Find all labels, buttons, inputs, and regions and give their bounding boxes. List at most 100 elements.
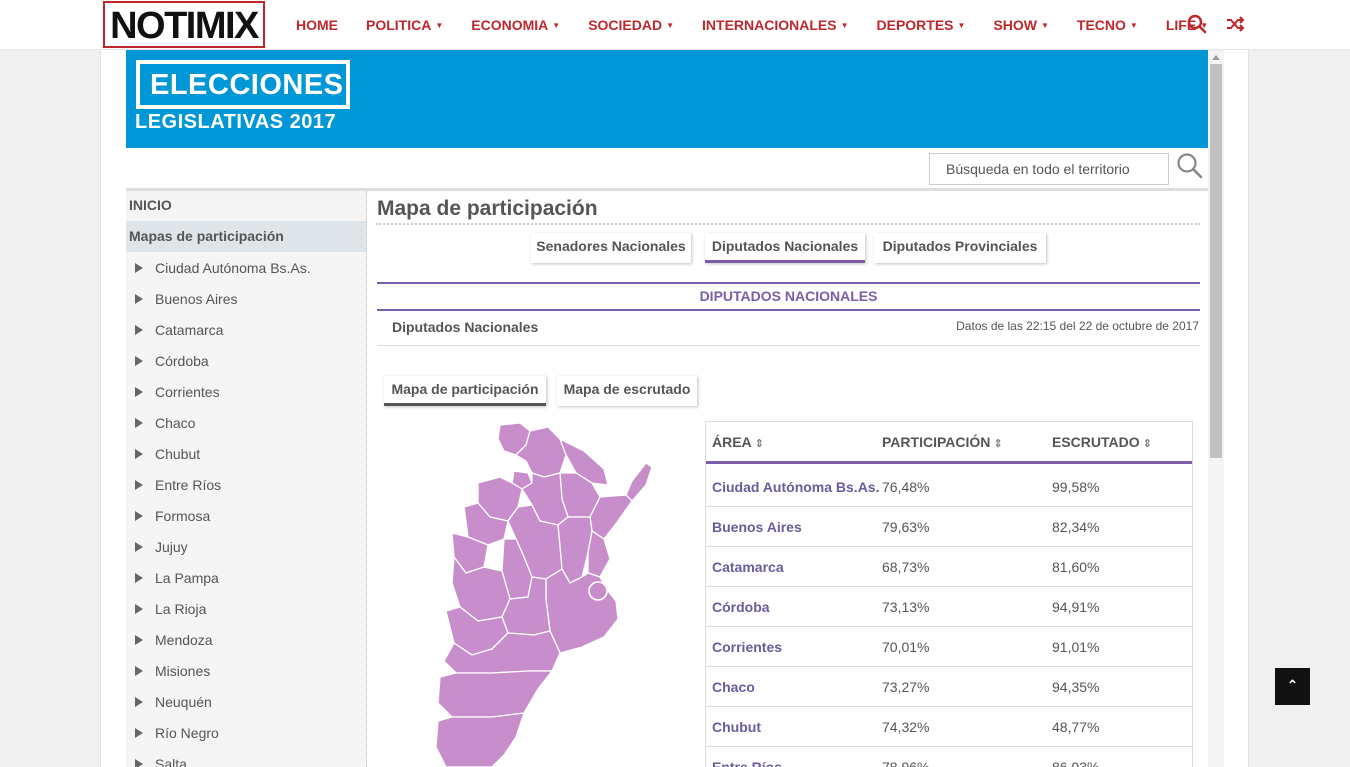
sort-icon[interactable]: ⇕ [755,438,764,450]
sidebar-item[interactable]: Catamarca [126,314,366,345]
sidebar-item[interactable]: Jujuy [126,531,366,562]
area-link[interactable]: Catamarca [712,559,784,575]
back-to-top-button[interactable]: ⌃ [1275,668,1310,705]
triangle-right-icon [135,510,143,521]
caret-down-icon: ▼ [552,20,561,30]
nav-item-economia[interactable]: ECONOMIA ▼ [471,17,572,33]
triangle-right-icon [135,448,143,459]
sidebar-home-link[interactable]: INICIO [129,197,172,213]
table-header: ÁREA ⇕ PARTICIPACIÓN ⇕ ESCRUTADO ⇕ [706,422,1192,464]
nav-item-deportes[interactable]: DEPORTES ▼ [877,17,978,33]
column-header-participacion[interactable]: PARTICIPACIÓN ⇕ [882,434,1003,450]
sidebar-item-label: Catamarca [155,321,224,338]
nav-item-tecno[interactable]: TECNO ▼ [1077,17,1150,33]
sidebar-item[interactable]: Mendoza [126,624,366,655]
nav-item-sociedad[interactable]: SOCIEDAD ▼ [588,17,686,33]
nav-item-label: ECONOMIA [471,17,549,33]
sidebar-item[interactable]: Buenos Aires [126,283,366,314]
triangle-right-icon [135,293,143,304]
tab-label: Diputados Provinciales [882,238,1038,254]
sidebar-item[interactable]: Chubut [126,438,366,469]
sort-icon[interactable]: ⇕ [993,438,1002,450]
nav-item-internacionales[interactable]: INTERNACIONALES ▼ [702,17,860,33]
page-scrollbar[interactable] [1208,50,1224,767]
tab-mapa-participacion[interactable]: Mapa de participación [384,376,546,406]
area-link[interactable]: Corrientes [712,639,782,655]
column-header-area[interactable]: ÁREA ⇕ [712,434,764,450]
escrutado-value: 81,60% [1052,559,1100,575]
sidebar-item[interactable]: Córdoba [126,345,366,376]
tab-mapa-escrutado[interactable]: Mapa de escrutado [557,376,697,406]
tab-senadores-nacionales[interactable]: Senadores Nacionales [531,233,691,263]
sidebar-item[interactable]: Río Negro [126,717,366,748]
sidebar-province-list: Ciudad Autónoma Bs.As. Buenos Aires Catama… [126,252,366,767]
column-header-escrutado[interactable]: ESCRUTADO ⇕ [1052,434,1152,450]
sidebar-item[interactable]: Ciudad Autónoma Bs.As. [126,252,366,283]
sidebar-item-label: Formosa [155,507,211,524]
area-link[interactable]: Chubut [712,719,761,735]
page-container: ELECCIONES LEGISLATIVAS 2017 INICIO Mapa… [100,50,1249,767]
sidebar-item[interactable]: Salta [126,748,366,767]
sidebar-item[interactable]: Neuquén [126,686,366,717]
sidebar-item[interactable]: La Rioja [126,593,366,624]
nav-item-label: INTERNACIONALES [702,17,837,33]
sidebar-item[interactable]: Formosa [126,500,366,531]
sidebar-item-label: Ciudad Autónoma Bs.As. [155,259,311,276]
triangle-right-icon [135,541,143,552]
map-region-chubut[interactable] [437,670,553,718]
map-region-misiones[interactable] [625,462,653,502]
sidebar-item[interactable]: Chaco [126,407,366,438]
sidebar-item-label: La Rioja [155,600,207,617]
nav-item-home[interactable]: HOME [296,17,350,33]
sidebar-item[interactable]: La Pampa [126,562,366,593]
shuffle-icon[interactable] [1225,14,1245,34]
magnifier-icon[interactable] [1176,152,1204,180]
sort-icon[interactable]: ⇕ [1143,438,1152,450]
table-row: Ciudad Autónoma Bs.As. 76,48% 99,58% [706,467,1192,507]
map-region-entre-rios[interactable] [587,530,611,578]
scrollbar-thumb[interactable] [1210,64,1222,458]
area-link[interactable]: Ciudad Autónoma Bs.As. [712,479,880,495]
caret-down-icon: ▼ [957,20,966,30]
area-link[interactable]: Chaco [712,679,755,695]
triangle-right-icon [135,758,143,767]
participacion-value: 70,01% [882,639,930,655]
site-logo[interactable]: NOTIMIX [103,1,265,48]
area-link[interactable]: Buenos Aires [712,519,802,535]
sidebar-item-label: Misiones [155,662,211,679]
nav-item-politica[interactable]: POLITICA ▼ [366,17,455,33]
top-navigation: NOTIMIX HOME POLITICA ▼ ECONOMIA ▼ SOCIEDAD ▼ I… [0,0,1350,50]
triangle-right-icon [135,572,143,583]
map-region-buenos-aires[interactable] [545,568,619,654]
banner-title: ELECCIONES [150,69,344,101]
area-link[interactable]: Entre Ríos [712,759,782,767]
nav-item-label: SHOW [993,17,1037,33]
tab-diputados-provinciales[interactable]: Diputados Provinciales [874,233,1046,263]
participacion-value: 73,27% [882,679,930,695]
sidebar-item-label: Córdoba [155,352,209,369]
search-icon[interactable] [1187,14,1207,34]
sidebar-item[interactable]: Corrientes [126,376,366,407]
search-bar [126,148,1208,190]
sidebar-section-title[interactable]: Mapas de participación [126,221,366,252]
sidebar-item-label: La Pampa [155,569,219,586]
sidebar-item-label: Corrientes [155,383,220,400]
map-region-santa-cruz[interactable] [435,712,525,767]
table-row: Catamarca 68,73% 81,60% [706,547,1192,587]
triangle-right-icon [135,355,143,366]
sidebar-item[interactable]: Entre Ríos [126,469,366,500]
area-link[interactable]: Córdoba [712,599,770,615]
nav-item-label: DEPORTES [876,17,954,33]
sidebar-item-label: Entre Ríos [155,476,222,493]
sidebar-item[interactable]: Misiones [126,655,366,686]
tab-diputados-nacionales[interactable]: Diputados Nacionales [705,233,865,263]
caret-down-icon: ▼ [435,20,444,30]
sidebar-item-label: Mendoza [155,631,213,648]
map-region-caba[interactable] [588,581,608,601]
argentina-participation-map[interactable] [432,421,667,767]
triangle-right-icon [135,634,143,645]
territory-search-input[interactable] [929,153,1169,185]
main-content: Mapa de participación Senadores Nacional… [376,191,1200,767]
nav-item-show[interactable]: SHOW ▼ [993,17,1060,33]
scroll-up-arrow-icon[interactable] [1212,55,1220,60]
